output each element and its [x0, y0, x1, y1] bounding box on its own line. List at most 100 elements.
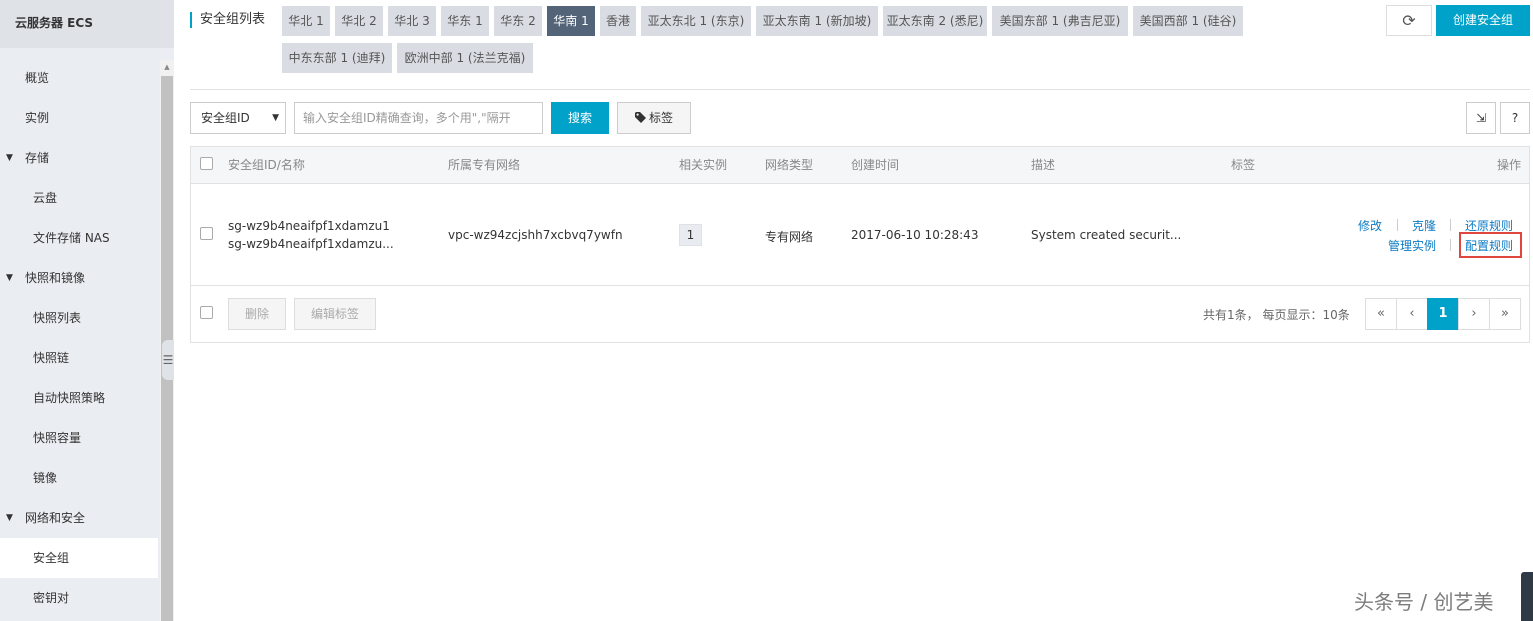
sidebar-item[interactable]: 实例: [0, 98, 158, 138]
vpc-id: vpc-wz94zcjshh7xcbvq7ywfn: [448, 228, 623, 242]
col-id-name: 安全组ID/名称: [228, 158, 305, 172]
action-separator: [1450, 219, 1451, 231]
sidebar-item-label: 网络和安全: [25, 511, 86, 525]
delete-button[interactable]: 删除: [228, 298, 286, 330]
region-tab[interactable]: 华南 1: [547, 6, 595, 36]
sidebar-item[interactable]: ▼ 快照和镜像: [0, 258, 158, 298]
sidebar-item-label: 云盘: [33, 191, 58, 205]
edge-feedback-tab[interactable]: [1521, 572, 1533, 621]
pager-last-button[interactable]: »: [1489, 298, 1521, 330]
region-tab[interactable]: 香港: [600, 6, 636, 36]
expand-caret-icon[interactable]: ▼: [6, 498, 13, 538]
region-tab[interactable]: 美国西部 1 (硅谷): [1133, 6, 1243, 36]
pager-page-1[interactable]: 1: [1427, 298, 1459, 330]
col-instances: 相关实例: [679, 158, 728, 172]
watermark-text: 头条号 / 创艺美: [1354, 590, 1494, 614]
tag-button[interactable]: 标签: [617, 102, 691, 134]
region-tab[interactable]: 华北 3: [388, 6, 436, 36]
sidebar-item[interactable]: 快照链: [0, 338, 158, 378]
region-tab[interactable]: 华北 1: [282, 6, 330, 36]
security-group-table: 安全组ID/名称 所属专有网络 相关实例 网络类型 创建时间 描述 标签 操作 …: [190, 146, 1530, 343]
sidebar-item-label: 自动快照策略: [33, 391, 106, 405]
sidebar-item-label: 存储: [25, 151, 50, 165]
configure-rules-highlight: [1459, 232, 1522, 258]
col-network-type: 网络类型: [765, 158, 814, 172]
region-tab[interactable]: 华东 1: [441, 6, 489, 36]
created-time: 2017-06-10 10:28:43: [851, 228, 979, 242]
sidebar-item[interactable]: 概览: [0, 58, 158, 98]
sidebar-item-label: 文件存储 NAS: [33, 231, 110, 245]
row-checkbox[interactable]: [200, 227, 213, 240]
sidebar-item-label: 密钥对: [33, 591, 70, 605]
sidebar-item[interactable]: 自动快照策略: [0, 378, 158, 418]
pagination-summary: 共有1条， 每页显示：10条: [1203, 308, 1350, 322]
export-icon: ⇲: [1475, 111, 1487, 125]
region-tab[interactable]: 亚太东南 1 (新加坡): [756, 6, 878, 36]
pager-prev-button[interactable]: ‹: [1396, 298, 1428, 330]
table-header: 安全组ID/名称 所属专有网络 相关实例 网络类型 创建时间 描述 标签 操作: [191, 147, 1529, 184]
instance-count-badge[interactable]: 1: [679, 224, 702, 246]
tag-button-label: 标签: [648, 111, 673, 125]
region-tab[interactable]: 华北 2: [335, 6, 383, 36]
sidebar-item[interactable]: 快照容量: [0, 418, 158, 458]
region-tab[interactable]: 欧洲中部 1 (法兰克福): [397, 43, 533, 73]
sidebar-item-label: 安全组: [33, 551, 70, 565]
dropdown-arrow-icon: ▼: [272, 113, 279, 123]
sidebar-item[interactable]: 文件存储 NAS: [0, 218, 158, 258]
clone-link[interactable]: 克隆: [1412, 217, 1436, 234]
sidebar-item[interactable]: 快照列表: [0, 298, 158, 338]
region-tab[interactable]: 亚太东北 1 (东京): [641, 6, 751, 36]
security-group-name: sg-wz9b4neaifpf1xdamzu...: [228, 237, 394, 251]
sidebar-item[interactable]: 密钥对: [0, 578, 158, 618]
pager-first-button[interactable]: «: [1365, 298, 1397, 330]
filter-select-value: 安全组ID: [201, 111, 250, 125]
col-tags: 标签: [1231, 158, 1256, 172]
footer-select-all-checkbox[interactable]: [200, 306, 213, 319]
sidebar-item[interactable]: 云盘: [0, 178, 158, 218]
sidebar-item-label: 实例: [25, 111, 50, 125]
sidebar-item[interactable]: 安全组: [0, 538, 158, 578]
edit-link[interactable]: 修改: [1358, 217, 1382, 234]
table-footer: 删除 编辑标签 共有1条， 每页显示：10条 « ‹ 1 › »: [191, 287, 1529, 343]
description: System created securit...: [1031, 228, 1182, 242]
filter-select[interactable]: 安全组ID ▼: [190, 102, 286, 134]
page-title: 安全组列表: [190, 12, 265, 28]
pager-next-button[interactable]: ›: [1458, 298, 1490, 330]
sidebar-title: 云服务器 ECS: [0, 0, 174, 48]
sidebar-collapse-handle[interactable]: ☰: [162, 340, 174, 380]
refresh-icon: ⟳: [1402, 11, 1416, 30]
col-vpc: 所属专有网络: [448, 158, 521, 172]
sidebar-item-label: 快照和镜像: [25, 271, 86, 285]
col-created: 创建时间: [851, 158, 900, 172]
sidebar-item[interactable]: ▼ 网络和安全: [0, 498, 158, 538]
refresh-button[interactable]: ⟳: [1386, 5, 1432, 36]
region-tab[interactable]: 中东东部 1 (迪拜): [282, 43, 392, 73]
region-tab[interactable]: 亚太东南 2 (悉尼): [883, 6, 987, 36]
expand-caret-icon[interactable]: ▼: [6, 138, 13, 178]
sidebar-item-label: 快照链: [33, 351, 70, 365]
security-group-id: sg-wz9b4neaifpf1xdamzu1: [228, 219, 390, 233]
scroll-up-icon[interactable]: ▲: [160, 60, 174, 74]
sidebar-item-label: 快照容量: [33, 431, 82, 445]
sidebar-item-label: 快照列表: [33, 311, 82, 325]
help-button[interactable]: ?: [1500, 102, 1530, 134]
region-tab[interactable]: 华东 2: [494, 6, 542, 36]
search-input[interactable]: [294, 102, 543, 134]
manage-instances-link[interactable]: 管理实例: [1388, 237, 1436, 254]
sidebar: 云服务器 ECS ▲ 概览 实例 ▼ 存储 云盘 文件存储 NAS ▼ 快照和镜像 快照列表 快照…: [0, 0, 174, 621]
create-security-group-button[interactable]: 创建安全组: [1436, 5, 1530, 36]
col-description: 描述: [1031, 158, 1056, 172]
edit-tags-button[interactable]: 编辑标签: [294, 298, 376, 330]
region-tab[interactable]: 美国东部 1 (弗吉尼亚): [992, 6, 1128, 36]
header-divider: [190, 89, 1530, 90]
sidebar-item[interactable]: ▼ 存储: [0, 138, 158, 178]
expand-caret-icon[interactable]: ▼: [6, 258, 13, 298]
action-separator: [1397, 219, 1398, 231]
sidebar-item-label: 概览: [25, 71, 50, 85]
col-actions: 操作: [1496, 158, 1521, 172]
export-button[interactable]: ⇲: [1466, 102, 1496, 134]
select-all-checkbox[interactable]: [200, 157, 213, 170]
sidebar-item[interactable]: 镜像: [0, 458, 158, 498]
action-separator: [1450, 239, 1451, 251]
search-button[interactable]: 搜索: [551, 102, 609, 134]
